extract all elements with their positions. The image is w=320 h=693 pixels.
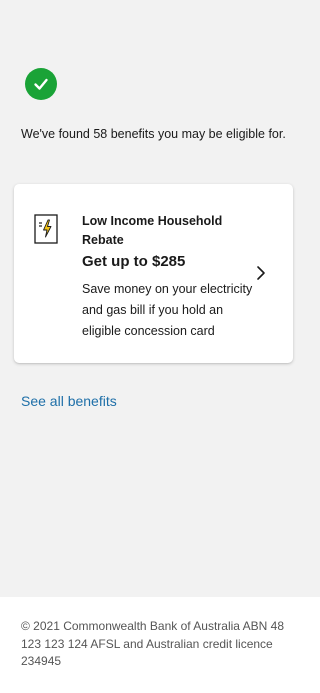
benefits-screen: We've found 58 benefits you may be eligi…	[0, 0, 320, 693]
benefit-card[interactable]: Low Income Household Rebate Get up to $2…	[14, 184, 293, 363]
check-circle-icon	[25, 68, 57, 100]
main-content: We've found 58 benefits you may be eligi…	[0, 0, 320, 597]
footer-legal-text: © 2021 Commonwealth Bank of Australia AB…	[21, 619, 284, 668]
benefit-card-body: Low Income Household Rebate Get up to $2…	[82, 212, 262, 342]
benefit-title: Low Income Household Rebate	[82, 214, 223, 247]
chevron-right-icon[interactable]	[254, 265, 268, 286]
benefits-found-text: We've found 58 benefits you may be eligi…	[21, 127, 286, 141]
benefit-description: Save money on your electricity and gas b…	[82, 282, 253, 338]
see-all-benefits-link[interactable]: See all benefits	[21, 392, 117, 410]
electricity-bill-icon	[34, 214, 58, 249]
benefit-amount: Get up to $285	[82, 253, 186, 270]
